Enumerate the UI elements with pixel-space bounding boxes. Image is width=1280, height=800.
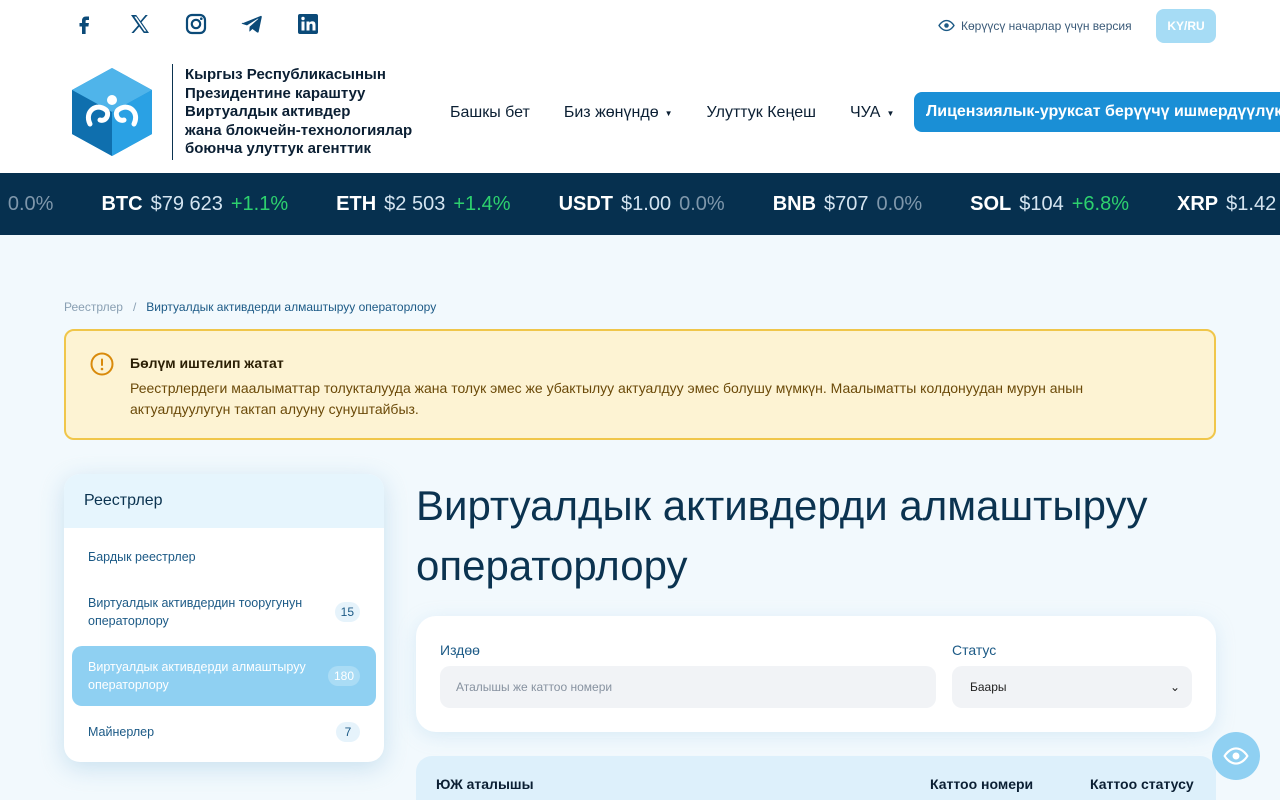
ticker-symbol: XRP [1177,192,1219,215]
ticker-change: 0.0% [679,192,725,215]
accessibility-version-link[interactable]: Көрүүсү начарлар үчүн версия [938,17,1132,34]
ticker-symbol: SOL [970,192,1012,215]
sidebar-item-exchange-operators[interactable]: Виртуалдык активдерди алмаштыруу операто… [72,646,376,706]
breadcrumb-registries-link[interactable]: Реестрлер [64,300,123,314]
sidebar-item-trading-operators[interactable]: Виртуалдык активдердин тооругунун операт… [72,586,376,638]
accessibility-label: Көрүүсү начарлар үчүн версия [961,18,1132,33]
ticker-price: $1.00 [621,192,672,215]
sidebar-item-label: Виртуалдык активдердин тооругунун операт… [88,596,303,628]
agency-name-line: боюнча улуттук агенттик [185,140,372,157]
status-label: Статус [952,642,997,658]
column-header-name[interactable]: ЮЖ аталышы [436,776,534,792]
sidebar-item-label: Бардык реестрлер [88,550,196,564]
nav-faq[interactable]: ЧУА ▼ [850,104,894,122]
main-nav: Башкы бет Биз жөнүндө ▼ Улуттук Кеңеш ЧУА… [450,94,928,132]
ticker-symbol: ETH [336,192,377,215]
sidebar-item-label: Майнерлер [88,725,155,739]
nav-home[interactable]: Башкы бет [450,104,530,122]
agency-name: Кыргыз Республикасынын Президентине кара… [185,66,445,159]
ticker-change: 0.0% [876,192,923,215]
nav-council-label: Улуттук Кеңеш [706,104,817,121]
agency-name-line: Президентине караштуу [185,84,366,102]
status-select-value: Баары [970,680,1007,694]
caret-down-icon: ▼ [886,108,895,118]
ticker-price: $104 [1019,192,1064,215]
ticker-item: SOL $104 +6.8% [970,193,1129,216]
logo-divider [172,64,173,160]
breadcrumb-current: Виртуалдык активдерди алмаштыруу операто… [146,300,437,314]
ticker-symbol: BTC [101,192,143,215]
nav-council[interactable]: Улуттук Кеңеш [707,104,817,122]
column-header-reg-number[interactable]: Каттоо номери [930,776,1033,792]
accessibility-float-button[interactable] [1212,732,1260,780]
ticker-change: +1.1% [230,192,289,215]
breadcrumb: Реестрлер / Виртуалдык активдерди алмашт… [64,300,436,314]
linkedin-icon[interactable] [294,10,322,38]
ticker-symbol: USDT [558,192,614,215]
search-label: Издөө [440,642,480,658]
column-header-reg-status[interactable]: Каттоо статусу [1090,776,1194,792]
ticker-price: $1.42 [1226,192,1277,215]
count-badge: 7 [336,722,360,742]
ticker-price: $79 623 [150,192,223,215]
eye-icon [1223,747,1249,765]
nav-about[interactable]: Биз жөнүндө ▼ [564,104,673,122]
x-twitter-icon[interactable] [126,10,154,38]
registries-sidebar: Реестрлер Бардык реестрлер Виртуалдык ак… [64,474,384,762]
filter-card: Издөө Статус Баары ⌄ [416,616,1216,732]
status-select[interactable]: Баары ⌄ [952,666,1192,708]
sidebar-item-label: Виртуалдык активдерди алмаштыруу операто… [88,660,306,692]
agency-name-line: Виртуалдык активдер [185,103,351,120]
agency-name-line: Кыргыз Республикасынын [185,66,386,83]
eye-icon [938,19,955,32]
page-title: Виртуалдык активдерди алмаштыруу операто… [416,482,1148,589]
ticker-item: BTC $79 623 +1.1% [101,193,288,216]
chevron-down-icon: ⌄ [1169,680,1180,694]
social-links [70,10,350,38]
alert-title: Бөлүм иштелип жатат [130,355,284,371]
language-switch-button[interactable]: KY/RU [1156,9,1216,43]
sidebar-title: Реестрлер [64,474,384,528]
warning-alert: Бөлүм иштелип жатат Реестрлердеги маалым… [64,329,1216,440]
agency-name-line: жана блокчейн-технологиялар [185,121,413,139]
ticker-item: USDT $1.00 0.0% [559,193,725,216]
caret-down-icon: ▼ [664,108,673,118]
ticker-item: ом 0.0% [0,192,54,216]
site-header: Көрүүсү начарлар үчүн версия KY/RU Кыргы… [0,0,1280,173]
ticker-track: ом 0.0% BTC $79 623 +1.1% ETH $2 503 +1.… [0,173,1280,235]
crypto-ticker: ом 0.0% BTC $79 623 +1.1% ETH $2 503 +1.… [0,173,1280,235]
ticker-change: 0.0% [7,192,54,215]
instagram-icon[interactable] [182,10,210,38]
facebook-icon[interactable] [70,10,98,38]
ticker-symbol: BNB [772,192,817,215]
count-badge: 180 [327,666,360,686]
ticker-change: +6.8% [1071,192,1130,215]
licensing-button[interactable]: Лицензиялык-уруксат берүүчү ишмердүүлүк [914,92,1280,132]
ticker-item: ETH $2 503 +1.4% [336,193,510,216]
registry-table-header: ЮЖ аталышы Каттоо номери Каттоо статусу [416,756,1216,800]
ticker-price: $707 [824,192,869,215]
telegram-icon[interactable] [238,10,266,38]
nav-faq-label: ЧУА [850,104,881,121]
agency-logo[interactable] [70,66,154,158]
breadcrumb-separator: / [132,300,137,314]
search-input[interactable] [440,666,936,708]
nav-about-label: Биз жөнүндө [563,104,659,121]
warning-icon [90,352,114,376]
sidebar-item-miners[interactable]: Майнерлер 7 [72,718,376,746]
nav-home-label: Башкы бет [450,104,530,121]
alert-text: Реестрлердеги маалыматтар толукталууда ж… [130,380,1084,417]
ticker-item: XRP $1.42 - [1177,193,1280,216]
ticker-item: BNB $707 0.0% [773,193,922,216]
count-badge: 15 [334,602,360,622]
ticker-price: $2 503 [384,192,446,215]
sidebar-item-all-registries[interactable]: Бардык реестрлер [72,544,376,570]
ticker-change: +1.4% [453,192,511,215]
